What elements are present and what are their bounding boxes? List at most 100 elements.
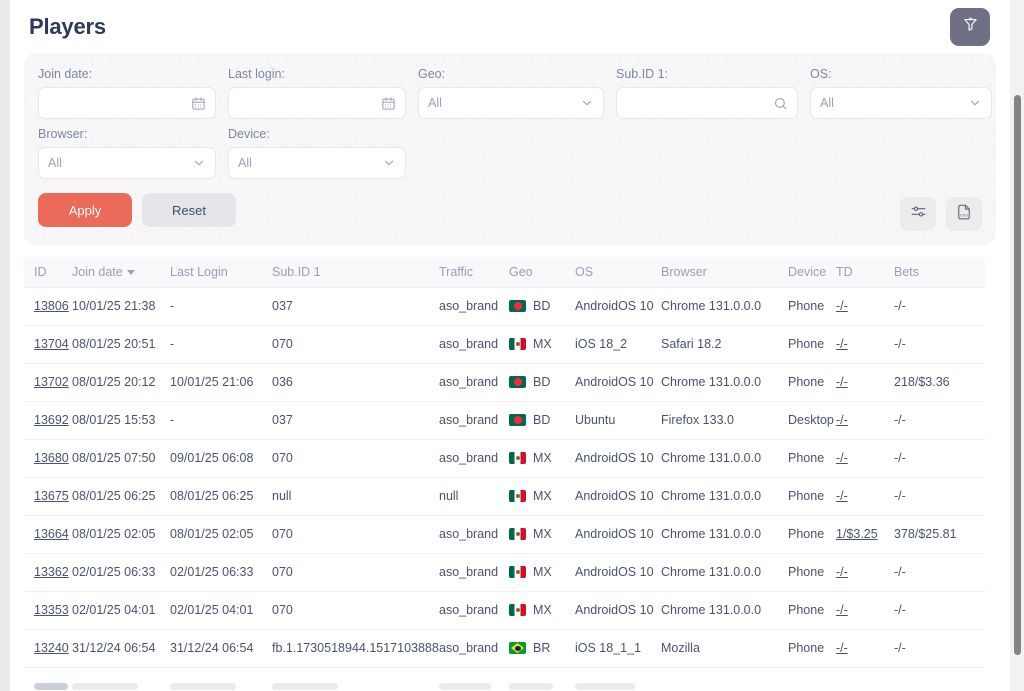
cell-td-link[interactable]: -/- [836, 337, 848, 351]
column-header-geo[interactable]: Geo [509, 257, 575, 288]
cell-subid1: 070 [272, 553, 439, 592]
cell-td-link[interactable]: -/- [836, 489, 848, 503]
join-date-input[interactable] [38, 87, 216, 119]
cell-device: Phone [788, 553, 836, 592]
column-header-os[interactable]: OS [575, 257, 661, 288]
cell-td: -/- [836, 401, 894, 440]
table-row[interactable]: 13692 08/01/25 15:53-037 aso_brand BD Ubuntu… [24, 401, 985, 440]
flag-icon-bd [509, 414, 526, 426]
cell-traffic: null [439, 477, 509, 516]
flag-icon-mx [509, 338, 526, 350]
geo-code-label: BR [533, 641, 551, 655]
cell-traffic: aso_brand [439, 287, 509, 326]
last-login-input[interactable] [228, 87, 406, 119]
skeleton-cell [72, 667, 170, 691]
geo-code-label: MX [533, 337, 552, 351]
reset-button[interactable]: Reset [142, 193, 236, 227]
app-root: Players Join date: Last login: Geo: All … [0, 0, 1024, 691]
table-row[interactable]: 13675 08/01/25 06:25 08/01/25 06:25 null nul… [24, 477, 985, 516]
cell-td: -/- [836, 629, 894, 668]
cell-td-link[interactable]: -/- [836, 603, 848, 617]
apply-button[interactable]: Apply [38, 193, 132, 227]
cell-id-link[interactable]: 13664 [34, 527, 69, 541]
cell-join-date: 08/01/25 15:53 [72, 401, 170, 440]
page-scrollbar-track[interactable] [1010, 0, 1024, 691]
calendar-icon[interactable] [381, 96, 396, 111]
table-row[interactable]: 13362 02/01/25 06:33 02/01/25 06:33 070 aso_… [24, 553, 985, 592]
sort-desc-icon [126, 269, 135, 275]
table-row[interactable]: 13680 08/01/25 07:50 09/01/25 06:08 070 aso_… [24, 439, 985, 478]
column-header-td[interactable]: TD [836, 257, 894, 288]
col-label-geo: Geo [509, 264, 533, 279]
cell-td-link[interactable]: -/- [836, 641, 848, 655]
os-select[interactable]: All [810, 87, 992, 119]
join-date-label: Join date: [38, 67, 93, 81]
geo-select[interactable]: All [418, 87, 604, 119]
cell-id-link[interactable]: 13702 [34, 375, 69, 389]
cell-id-link[interactable]: 13692 [34, 413, 69, 427]
column-header-traffic[interactable]: Traffic [439, 257, 509, 288]
cell-os: AndroidOS 10 [575, 591, 661, 630]
cell-bets: -/- [894, 287, 985, 326]
cell-join-date: 02/01/25 04:01 [72, 591, 170, 630]
sliders-icon [910, 203, 927, 225]
export-csv-button[interactable]: CSV [946, 197, 982, 231]
page-scrollbar-thumb[interactable] [1014, 95, 1021, 655]
table-row[interactable]: 13664 08/01/25 02:05 08/01/25 02:05 070 aso_… [24, 515, 985, 554]
cell-td-link[interactable]: -/- [836, 565, 848, 579]
device-select[interactable]: All [228, 147, 406, 179]
subid1-input[interactable] [616, 87, 798, 119]
table-row[interactable]: 13702 08/01/25 20:12 10/01/25 21:06 036 aso_… [24, 363, 985, 402]
cell-td-link[interactable]: -/- [836, 413, 848, 427]
chevron-down-icon[interactable] [192, 156, 206, 170]
column-settings-button[interactable] [900, 197, 936, 231]
cell-id-link[interactable]: 13675 [34, 489, 69, 503]
geo-code-label: MX [533, 527, 552, 541]
table-row[interactable]: 13704 08/01/25 20:51-070 aso_brand MX iOS 18… [24, 325, 985, 364]
search-icon[interactable] [773, 96, 788, 111]
cell-id: 13664 [24, 515, 72, 554]
calendar-icon[interactable] [191, 96, 206, 111]
column-header-join-date[interactable]: Join date [72, 257, 170, 288]
cell-td-link[interactable]: 1/$3.25 [836, 527, 878, 541]
table-row[interactable]: 13240 31/12/24 06:54 31/12/24 06:54 fb.1.17… [24, 629, 985, 668]
cell-id-link[interactable]: 13806 [34, 299, 69, 313]
column-header-bets[interactable]: Bets [894, 257, 985, 288]
cell-traffic: aso_brand [439, 515, 509, 554]
cell-last-login: - [170, 401, 272, 440]
browser-label: Browser: [38, 127, 88, 141]
flag-icon-mx [509, 490, 526, 502]
table-row[interactable]: 13806 10/01/25 21:38-037 aso_brand BD Androi… [24, 287, 985, 326]
page-title: Players [29, 13, 106, 39]
cell-geo: MX [509, 515, 575, 554]
cell-td-link[interactable]: -/- [836, 375, 848, 389]
cell-id-link[interactable]: 13704 [34, 337, 69, 351]
cell-id-link[interactable]: 13680 [34, 451, 69, 465]
cell-id-link[interactable]: 13240 [34, 641, 69, 655]
column-header-last-login[interactable]: Last Login [170, 257, 272, 288]
cell-id-link[interactable]: 13353 [34, 603, 69, 617]
skeleton-bar [34, 682, 68, 690]
cell-device: Phone [788, 515, 836, 554]
table-row[interactable]: 13353 02/01/25 04:01 02/01/25 04:01 070 aso_… [24, 591, 985, 630]
cell-os: AndroidOS 10 [575, 439, 661, 478]
cell-os: iOS 18_2 [575, 325, 661, 364]
skeleton-cell [788, 667, 836, 691]
column-header-subid1[interactable]: Sub.ID 1 [272, 257, 439, 288]
chevron-down-icon[interactable] [580, 96, 594, 110]
geo-code-label: BD [533, 375, 551, 389]
header-filter-button[interactable] [950, 7, 990, 46]
cell-td: 1/$3.25 [836, 515, 894, 554]
column-header-device[interactable]: Device [788, 257, 836, 288]
cell-td-link[interactable]: -/- [836, 451, 848, 465]
cell-id-link[interactable]: 13362 [34, 565, 69, 579]
cell-bets: -/- [894, 325, 985, 364]
chevron-down-icon[interactable] [382, 156, 396, 170]
cell-browser: Chrome 131.0.0.0 [661, 363, 788, 402]
device-value: All [238, 156, 252, 170]
chevron-down-icon[interactable] [968, 96, 982, 110]
column-header-id[interactable]: ID [24, 257, 72, 288]
cell-td-link[interactable]: -/- [836, 299, 848, 313]
column-header-browser[interactable]: Browser [661, 257, 788, 288]
browser-select[interactable]: All [38, 147, 216, 179]
